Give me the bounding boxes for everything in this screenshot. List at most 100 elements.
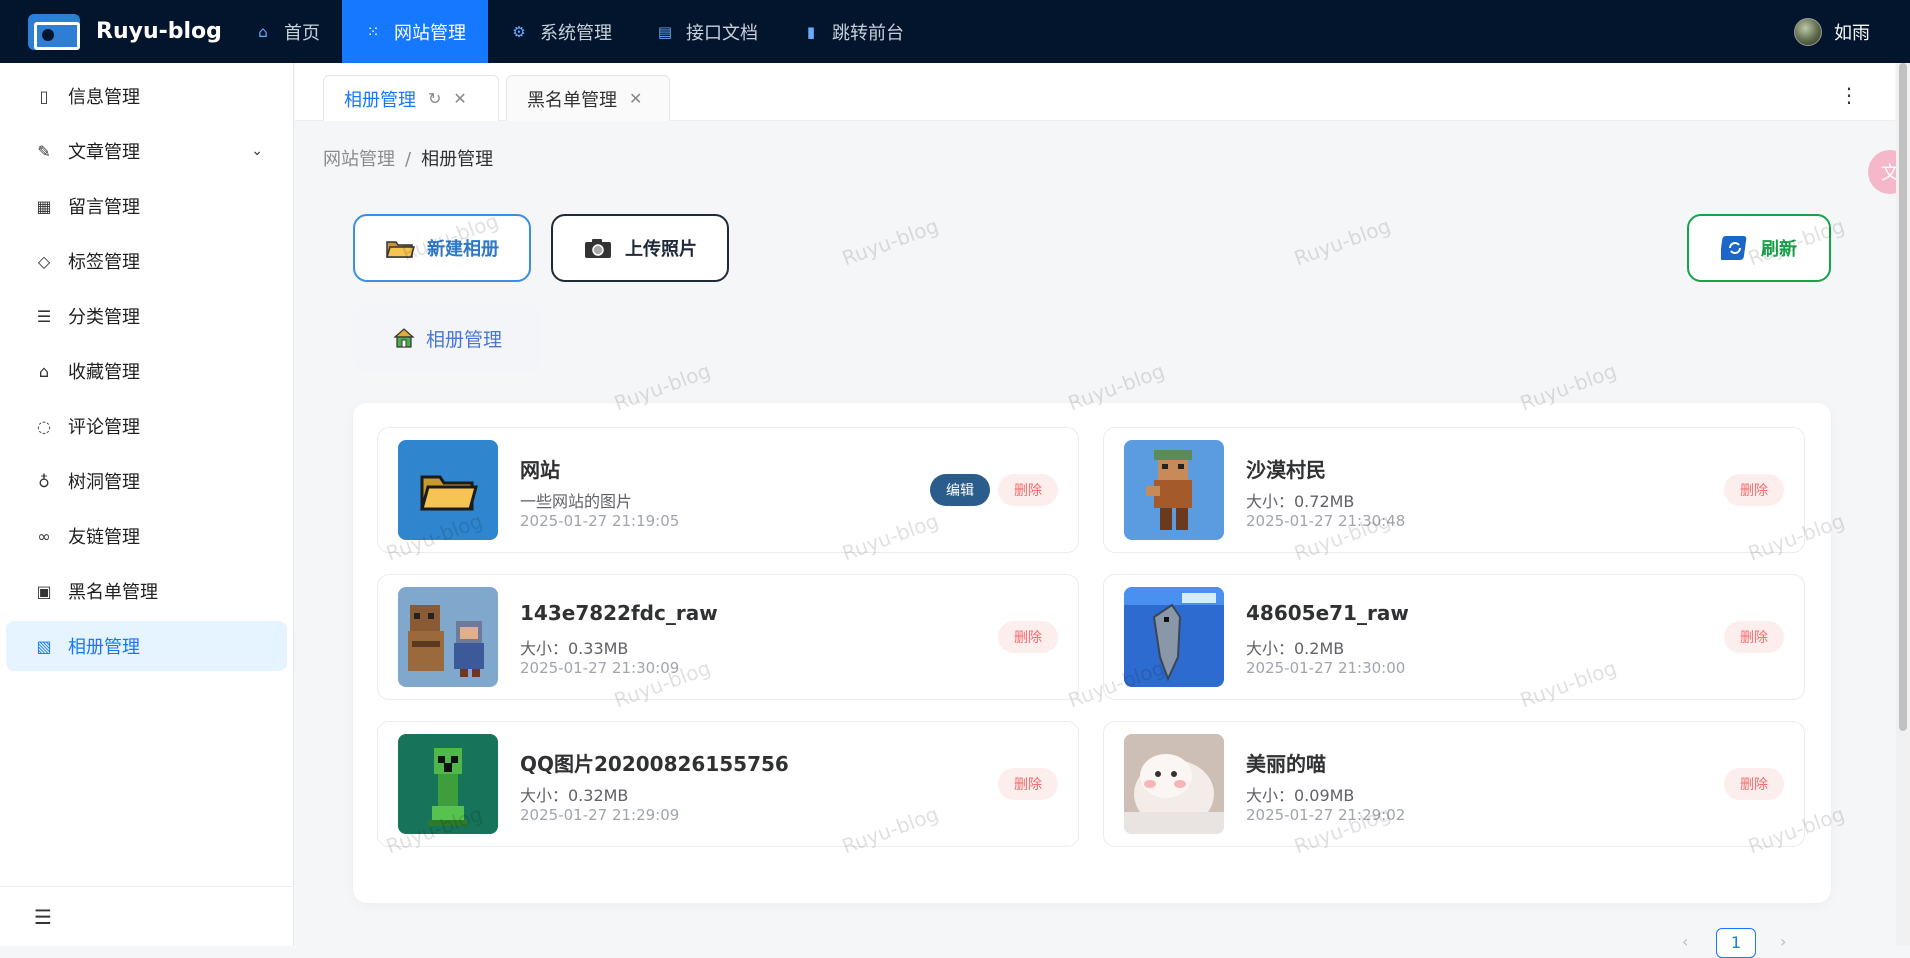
new-album-button[interactable]: 新建相册 (353, 214, 531, 282)
delete-button[interactable]: 删除 (998, 474, 1058, 506)
sidebar-item-label: 评论管理 (68, 417, 140, 438)
tab-blacklist[interactable]: 黑名单管理 ✕ (506, 75, 670, 121)
sidebar-item-links[interactable]: ∞ 友链管理 (6, 511, 287, 561)
more-vertical-icon[interactable]: ⋮ (1839, 83, 1859, 107)
album-list-panel: 网站 一些网站的图片 2025-01-27 21:19:05 编辑 删除 沙漠村… (353, 403, 1831, 903)
refresh-icon[interactable]: ↻ (428, 89, 441, 108)
sidebar-item-albums[interactable]: ▧ 相册管理 (6, 621, 287, 671)
sidebar-item-label: 文章管理 (68, 142, 140, 163)
topnav-site-management[interactable]: ⁙ 网站管理 (342, 0, 488, 63)
image-icon: ▧ (36, 636, 52, 656)
sidebar-item-label: 相册管理 (68, 637, 140, 658)
characters-image (408, 605, 484, 677)
refresh-icon (1721, 236, 1747, 260)
card-subtitle: 一些网站的图片 (520, 492, 633, 511)
topnav-system-management[interactable]: ⚙ 系统管理 (488, 0, 634, 63)
card-title: 48605e71_raw (1246, 601, 1409, 625)
photo-thumbnail (1124, 440, 1224, 540)
card-date: 2025-01-27 21:30:09 (520, 659, 680, 677)
delete-button[interactable]: 删除 (998, 621, 1058, 653)
sidebar-collapse-button[interactable]: ☰ (0, 886, 294, 946)
inbox-icon: ⌂ (38, 361, 50, 381)
delete-button[interactable]: 删除 (1724, 768, 1784, 800)
card-title: 美丽的喵 (1246, 752, 1326, 776)
sidebar-item-articles[interactable]: ✎ 文章管理 ⌄ (6, 126, 287, 176)
pagination-prev-icon[interactable]: ‹ (1682, 932, 1688, 951)
brand-title: Ruyu-blog (96, 19, 222, 44)
collapse-menu-icon: ☰ (34, 904, 52, 929)
watermark: Ruyu-blog (1290, 213, 1394, 271)
pagination-page[interactable]: 1 (1716, 928, 1756, 958)
list-icon: ☰ (36, 306, 52, 326)
scrollbar-thumb[interactable] (1899, 63, 1907, 731)
pagination-next-icon[interactable]: › (1780, 932, 1786, 951)
folder-icon (420, 475, 478, 511)
tab-label: 黑名单管理 (527, 89, 617, 111)
delete-button[interactable]: 删除 (1724, 621, 1784, 653)
photo-card[interactable]: QQ图片20200826155756 大小：0.32MB 2025-01-27 … (377, 721, 1079, 847)
edit-button[interactable]: 编辑 (930, 474, 990, 506)
photo-card[interactable]: 沙漠村民 大小：0.72MB 2025-01-27 21:30:48 删除 (1103, 427, 1805, 553)
refresh-button[interactable]: 刷新 (1687, 214, 1831, 282)
card-title: 沙漠村民 (1246, 458, 1326, 482)
tab-albums[interactable]: 相册管理 ↻ ✕ (323, 75, 499, 121)
home-icon: ⌂ (258, 22, 268, 41)
user-name: 如雨 (1834, 22, 1870, 44)
photo-card[interactable]: 143e7822fdc_raw 大小：0.33MB 2025-01-27 21:… (377, 574, 1079, 700)
card-date: 2025-01-27 21:30:48 (1246, 512, 1406, 530)
sidebar-item-favorites[interactable]: ⌂ 收藏管理 (6, 346, 287, 396)
sidebar-item-label: 友链管理 (68, 527, 140, 548)
breadcrumb-parent[interactable]: 网站管理 (323, 149, 395, 170)
top-navbar: Ruyu-blog ⌂ 首页 ⁙ 网站管理 ⚙ 系统管理 ▤ 接口文档 ▮ 跳转… (0, 0, 1910, 63)
card-subtitle: 大小：0.2MB (1246, 639, 1345, 658)
photo-card[interactable]: 美丽的喵 大小：0.09MB 2025-01-27 21:29:02 删除 (1103, 721, 1805, 847)
sidebar-item-label: 留言管理 (68, 197, 140, 218)
creeper-image (428, 748, 468, 826)
close-icon[interactable]: ✕ (629, 89, 642, 108)
sidebar-item-treehole[interactable]: ♁ 树洞管理 (6, 456, 287, 506)
photo-card[interactable]: 48605e71_raw 大小：0.2MB 2025-01-27 21:30:0… (1103, 574, 1805, 700)
photo-thumbnail (1124, 587, 1224, 687)
chevron-down-icon: ⌄ (251, 143, 263, 159)
document-icon: ▤ (657, 22, 673, 41)
sidebar-item-messages[interactable]: ▦ 留言管理 (6, 181, 287, 231)
breadcrumb: 网站管理 / 相册管理 (323, 145, 493, 171)
folder-thumbnail (398, 440, 498, 540)
topnav-frontend[interactable]: ▮ 跳转前台 (780, 0, 926, 63)
delete-button[interactable]: 删除 (998, 768, 1058, 800)
album-root-tab[interactable]: 相册管理 (353, 304, 541, 372)
topnav-label: 跳转前台 (832, 22, 904, 44)
upload-photo-button[interactable]: 上传照片 (551, 214, 729, 282)
sidebar-item-info[interactable]: ▯ 信息管理 (6, 71, 287, 121)
user-menu[interactable]: 如雨 (1794, 0, 1870, 63)
sidebar: ▯ 信息管理 ✎ 文章管理 ⌄ ▦ 留言管理 ◇ 标签管理 ☰ 分类管理 ⌂ 收… (0, 63, 294, 946)
topnav-home[interactable]: ⌂ 首页 (232, 0, 342, 63)
top-nav: ⌂ 首页 ⁙ 网站管理 ⚙ 系统管理 ▤ 接口文档 ▮ 跳转前台 (232, 0, 926, 63)
card-date: 2025-01-27 21:29:09 (520, 806, 680, 824)
tabs-bar: 相册管理 ↻ ✕ 黑名单管理 ✕ ⋮ (295, 63, 1895, 121)
fish-image (1124, 587, 1224, 682)
card-date: 2025-01-27 21:19:05 (520, 512, 680, 530)
topnav-api-docs[interactable]: ▤ 接口文档 (634, 0, 780, 63)
sidebar-item-comments[interactable]: ◌ 评论管理 (6, 401, 287, 451)
sidebar-item-label: 信息管理 (68, 87, 140, 108)
calendar-icon: ▦ (36, 196, 52, 216)
link-icon: ∞ (37, 526, 51, 546)
house-icon (393, 328, 415, 348)
sidebar-item-blacklist[interactable]: ▣ 黑名单管理 (6, 566, 287, 616)
grid-icon: ⁙ (366, 22, 380, 41)
watermark: Ruyu-blog (838, 213, 942, 271)
close-icon[interactable]: ✕ (453, 89, 466, 108)
refresh-label: 刷新 (1761, 239, 1797, 260)
topnav-label: 网站管理 (394, 22, 466, 44)
delete-button[interactable]: 删除 (1724, 474, 1784, 506)
sidebar-item-tags[interactable]: ◇ 标签管理 (6, 236, 287, 286)
card-date: 2025-01-27 21:29:02 (1246, 806, 1406, 824)
breadcrumb-separator: / (405, 149, 412, 170)
cat-image (1124, 734, 1224, 834)
sidebar-item-categories[interactable]: ☰ 分类管理 (6, 291, 287, 341)
sidebar-item-label: 分类管理 (68, 307, 140, 328)
folder-icon (385, 241, 415, 258)
card-subtitle: 大小：0.09MB (1246, 786, 1355, 805)
album-card[interactable]: 网站 一些网站的图片 2025-01-27 21:19:05 编辑 删除 (377, 427, 1079, 553)
